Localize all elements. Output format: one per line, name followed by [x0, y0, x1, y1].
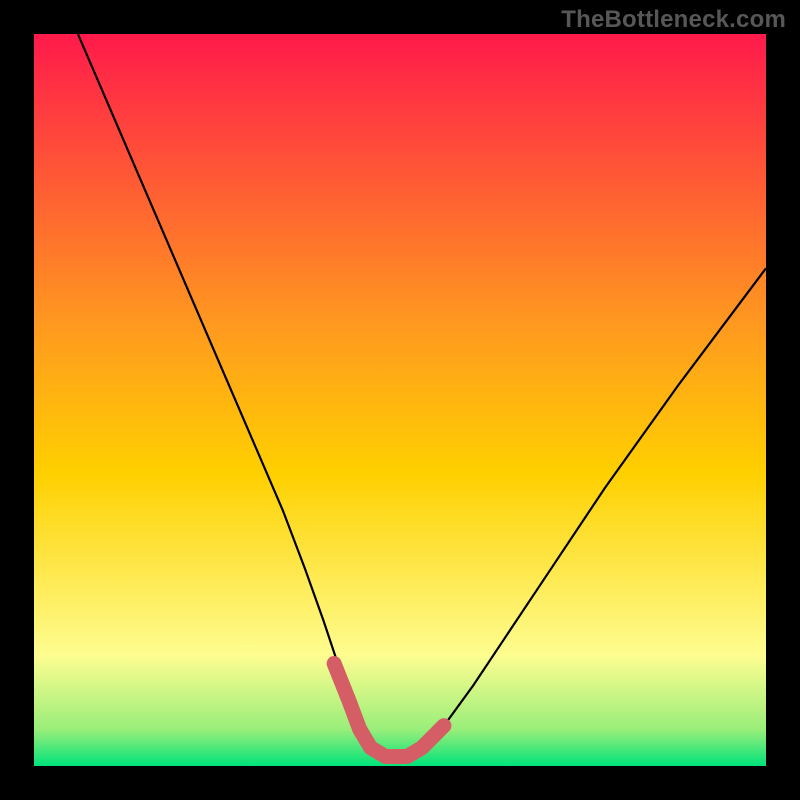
chart-frame: TheBottleneck.com — [0, 0, 800, 800]
plot-background — [34, 34, 766, 766]
bottleneck-plot — [0, 0, 800, 800]
watermark-text: TheBottleneck.com — [561, 6, 786, 34]
